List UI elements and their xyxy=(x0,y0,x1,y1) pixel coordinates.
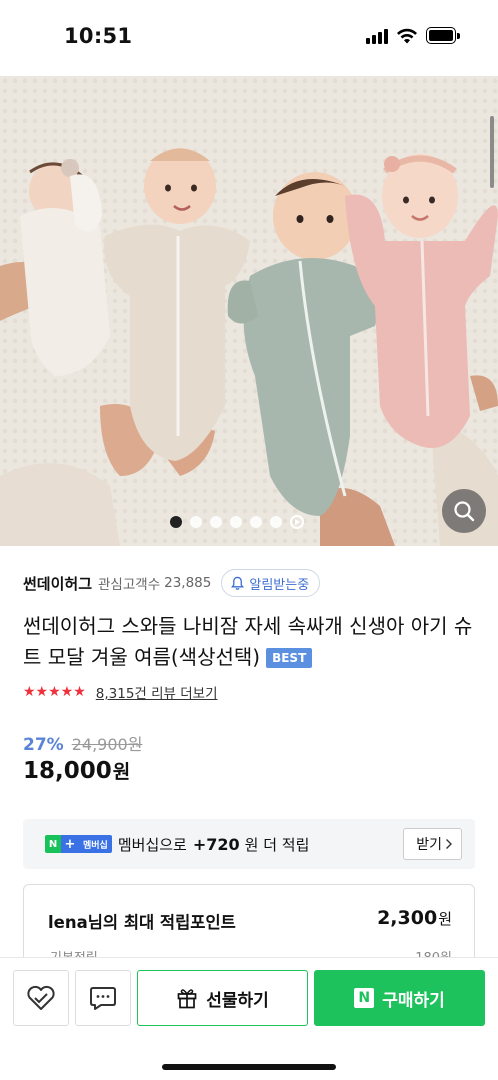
receive-label: 받기 xyxy=(416,837,442,853)
search-icon xyxy=(454,501,475,522)
gallery-dot-3[interactable] xyxy=(210,516,222,528)
bottom-action-bar: 선물하기 N 구매하기 xyxy=(0,957,498,1080)
membership-points: +720 xyxy=(192,834,240,854)
original-price: 24,900원 xyxy=(71,735,143,754)
naver-plus-membership-badge: N + 멤버십 xyxy=(45,835,112,853)
membership-text: 멤버십으로 xyxy=(117,835,187,854)
battery-icon xyxy=(426,27,460,44)
status-icons xyxy=(366,27,460,44)
gallery-pagination xyxy=(170,515,304,529)
follower-label: 관심고객수 xyxy=(98,577,161,593)
discount-rate: 27% xyxy=(23,735,64,755)
discount-row: 27% 24,900원 xyxy=(23,731,142,755)
product-title: 썬데이허그 스와들 나비잠 자세 속싸개 신생아 아기 슈트 모달 겨울 여름(… xyxy=(23,611,483,673)
membership-suffix: 원 더 적립 xyxy=(244,835,310,854)
gift-label: 선물하기 xyxy=(206,990,269,1011)
gallery-dot-5[interactable] xyxy=(250,516,262,528)
wifi-icon xyxy=(397,28,417,43)
follower-count: 23,885 xyxy=(164,575,212,591)
zoom-button[interactable] xyxy=(442,489,486,533)
membership-banner: N + 멤버십 멤버십으로 +720 원 더 적립 받기 xyxy=(23,819,475,869)
video-play-icon[interactable] xyxy=(290,515,304,529)
rating-row: ★★★★★ 8,315건 리뷰 더보기 xyxy=(23,681,218,703)
product-photo xyxy=(0,76,498,546)
product-title-text: 썬데이허그 스와들 나비잠 자세 속싸개 신생아 아기 슈트 모달 겨울 여름(… xyxy=(23,614,473,669)
cellular-signal-icon xyxy=(366,28,388,44)
sale-price: 18,000 xyxy=(23,758,112,784)
chat-icon xyxy=(90,987,116,1010)
status-bar: 10:51 xyxy=(0,0,498,76)
chevron-right-icon xyxy=(446,839,452,849)
alarm-label: 알림받는중 xyxy=(249,577,310,593)
alarm-subscribe-button[interactable]: 알림받는중 xyxy=(221,569,321,597)
chat-button[interactable] xyxy=(75,970,131,1026)
store-name-link[interactable]: 썬데이허그 xyxy=(23,573,92,594)
star-rating: ★★★★★ xyxy=(23,684,86,700)
naver-pay-logo-icon: N xyxy=(354,988,375,1008)
buy-button[interactable]: N 구매하기 xyxy=(314,970,485,1026)
price-unit: 원 xyxy=(112,761,131,783)
product-image-gallery[interactable] xyxy=(0,76,498,546)
gallery-dot-4[interactable] xyxy=(230,516,242,528)
review-link[interactable]: 8,315건 리뷰 더보기 xyxy=(96,682,218,702)
wishlist-button[interactable] xyxy=(13,970,69,1026)
gift-icon xyxy=(177,989,197,1009)
price-row: 18,000 원 xyxy=(23,757,130,784)
best-badge: BEST xyxy=(266,648,313,668)
status-time: 10:51 xyxy=(64,24,133,48)
points-title: lena님의 최대 적립포인트 xyxy=(48,913,236,932)
heart-icon xyxy=(27,985,55,1010)
gift-button[interactable]: 선물하기 xyxy=(137,970,308,1026)
gallery-dot-2[interactable] xyxy=(190,516,202,528)
gallery-dot-6[interactable] xyxy=(270,516,282,528)
home-indicator[interactable] xyxy=(162,1064,336,1070)
buy-label: 구매하기 xyxy=(382,990,445,1011)
gallery-dot-1[interactable] xyxy=(170,516,182,528)
scroll-indicator[interactable] xyxy=(490,116,494,188)
receive-button[interactable]: 받기 xyxy=(403,828,462,860)
store-row: 썬데이허그 관심고객수 23,885 알림받는중 xyxy=(23,568,321,598)
bell-icon xyxy=(231,576,245,590)
points-total: 2,300원 xyxy=(377,907,452,929)
